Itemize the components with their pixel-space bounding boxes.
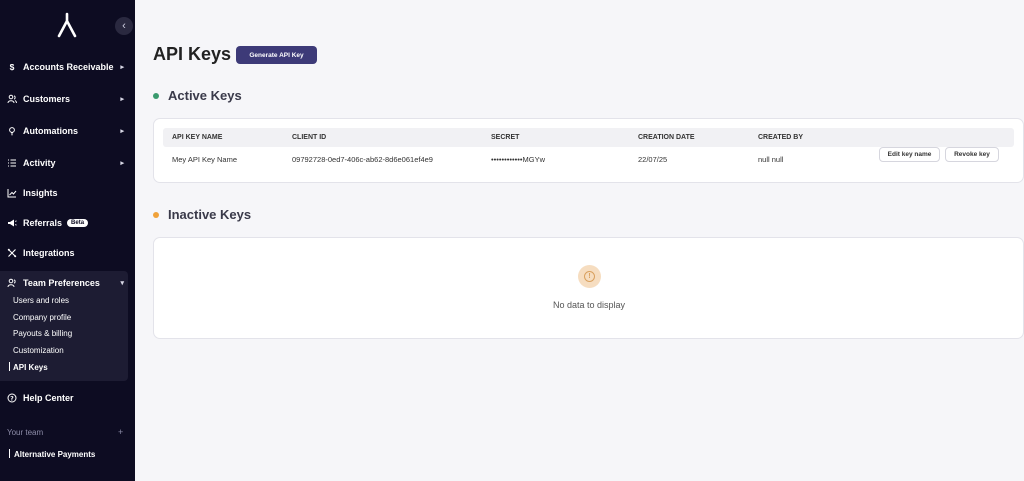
nav-referrals[interactable]: Referrals Beta	[0, 211, 135, 235]
inactive-status-dot	[153, 211, 159, 218]
megaphone-icon	[7, 218, 17, 228]
sub-api-keys[interactable]: API Keys	[9, 362, 48, 372]
nav-help-center[interactable]: ? Help Center	[0, 386, 135, 410]
sub-users-and-roles[interactable]: Users and roles	[13, 296, 69, 305]
created-by: null null	[758, 155, 784, 164]
nav-integrations[interactable]: Integrations	[0, 241, 135, 265]
chevron-down-icon: ▾	[120, 280, 124, 287]
active-keys-card: API KEY NAME CLIENT ID SECRET CREATION D…	[153, 118, 1024, 183]
nav-automations[interactable]: Automations ▸	[0, 119, 135, 143]
inactive-keys-heading: Inactive Keys	[153, 207, 251, 222]
info-icon: !	[584, 271, 595, 282]
nav-team-preferences[interactable]: Team Preferences ▾	[0, 271, 135, 295]
active-status-dot	[153, 92, 159, 99]
table-header: API KEY NAME CLIENT ID SECRET CREATION D…	[163, 128, 1014, 147]
creation-date: 22/07/25	[638, 155, 668, 164]
nav-label: Automations	[23, 126, 78, 136]
nav-label: Integrations	[23, 248, 75, 258]
nav-label: Customers	[23, 94, 71, 104]
help-icon: ?	[7, 393, 17, 403]
puzzle-icon	[7, 248, 17, 258]
chevron-right-icon: ▸	[120, 160, 124, 167]
nav-label: Team Preferences	[23, 278, 100, 288]
nav-activity[interactable]: Activity ▸	[0, 151, 135, 175]
sub-customization[interactable]: Customization	[13, 346, 64, 355]
edit-key-name-button[interactable]: Edit key name	[879, 147, 940, 162]
empty-state-icon: !	[578, 265, 601, 288]
nav-label: Help Center	[23, 393, 74, 403]
chevron-left-icon: ‹	[122, 20, 126, 32]
logo-icon[interactable]	[56, 12, 78, 38]
col-api-key-name: API KEY NAME	[172, 134, 223, 141]
beta-badge: Beta	[67, 219, 89, 227]
users-icon	[7, 94, 17, 104]
col-secret: SECRET	[491, 134, 520, 141]
generate-api-key-button[interactable]: Generate API Key	[236, 46, 317, 64]
nav-label: Insights	[23, 188, 58, 198]
page-title: API Keys	[153, 44, 232, 64]
bolt-icon	[7, 126, 17, 136]
nav-label: Activity	[23, 158, 56, 168]
revoke-key-button[interactable]: Revoke key	[945, 147, 999, 162]
nav-customers[interactable]: Customers ▸	[0, 87, 135, 111]
sub-company-profile[interactable]: Company profile	[13, 313, 71, 322]
sidebar: ‹ $ Accounts Receivable ▸ Customers ▸ Au…	[0, 0, 135, 481]
col-creation-date: CREATION DATE	[638, 134, 695, 141]
col-created-by: CREATED BY	[758, 134, 803, 141]
dollar-icon: $	[9, 62, 15, 72]
chevron-right-icon: ▸	[120, 64, 124, 71]
collapse-sidebar-button[interactable]: ‹	[115, 17, 133, 35]
chevron-right-icon: ▸	[120, 96, 124, 103]
your-team-label: Your team	[7, 428, 44, 437]
inactive-keys-title: Inactive Keys	[168, 207, 252, 222]
secret-value: ••••••••••••MGYw	[491, 155, 546, 164]
active-keys-title: Active Keys	[168, 88, 242, 103]
client-id: 09792728-0ed7-406c-ab62-8d6e061ef4e9	[292, 155, 433, 164]
col-client-id: CLIENT ID	[292, 134, 327, 141]
sub-payouts-billing[interactable]: Payouts & billing	[13, 329, 72, 338]
list-icon	[7, 158, 17, 168]
add-team-icon[interactable]: +	[118, 427, 123, 437]
empty-state-text: No data to display	[552, 300, 626, 310]
active-keys-heading: Active Keys	[153, 88, 242, 103]
nav-insights[interactable]: Insights	[0, 181, 135, 205]
nav-label: Referrals	[23, 218, 63, 228]
chart-icon	[7, 188, 17, 198]
chevron-right-icon: ▸	[120, 128, 124, 135]
team-alternative-payments[interactable]: Alternative Payments	[9, 449, 95, 459]
team-icon	[7, 278, 17, 288]
key-name: Mey API Key Name	[172, 155, 238, 164]
nav-accounts-receivable[interactable]: $ Accounts Receivable ▸	[0, 55, 135, 79]
svg-text:?: ?	[10, 395, 14, 402]
nav-label: Accounts Receivable	[23, 62, 114, 72]
inactive-keys-card: ! No data to display	[153, 237, 1024, 339]
